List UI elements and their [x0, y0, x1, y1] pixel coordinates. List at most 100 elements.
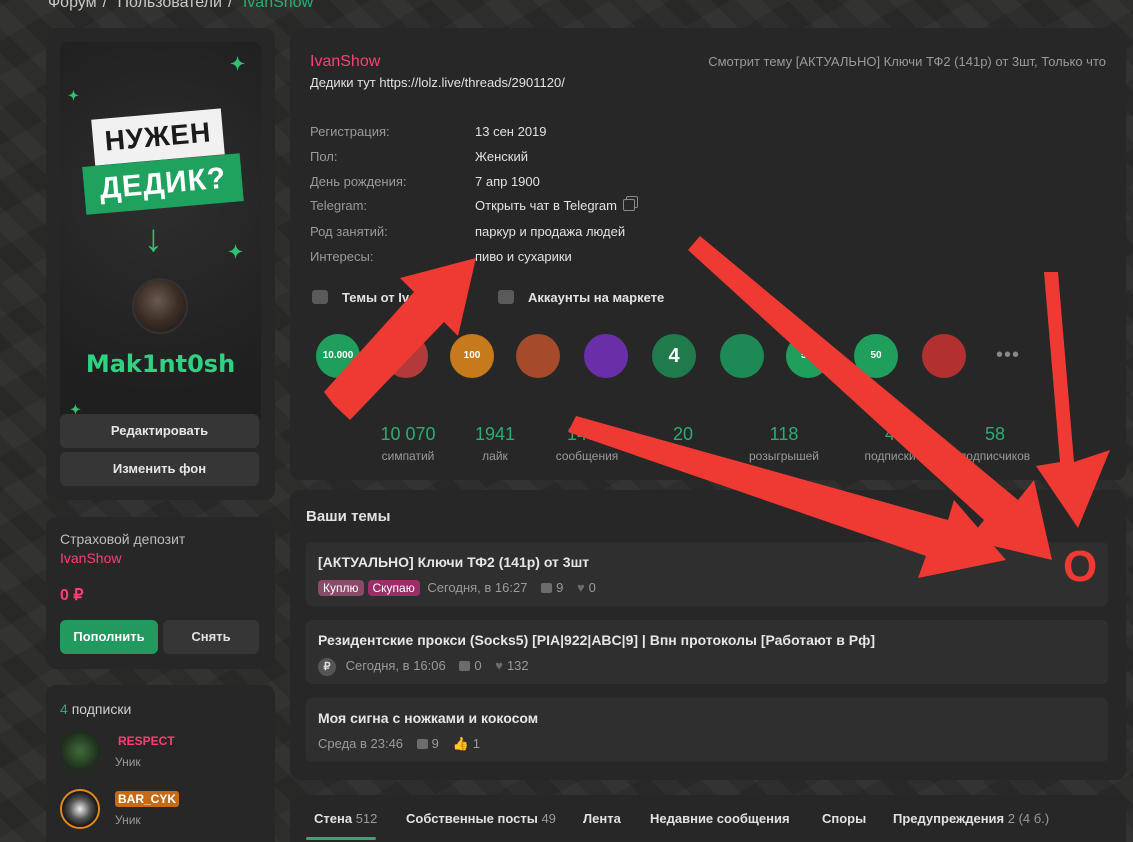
copy-icon[interactable] [622, 199, 635, 211]
sparkle-icon: ✦ [68, 88, 79, 103]
deposit-amount: 0 ₽ [60, 587, 84, 604]
thread-replies: 9 [556, 580, 564, 595]
deposit-user[interactable]: IvanShow [60, 550, 121, 566]
stat-label: подписки [864, 449, 916, 463]
tab-label: Стена [314, 811, 353, 826]
thread-title[interactable]: [АКТУАЛЬНО] Ключи ТФ2 (141р) от 3шт [318, 554, 589, 570]
stat-label: трофеев [658, 449, 708, 463]
profile-username[interactable]: IvanShow [310, 53, 380, 71]
subscriptions-panel: 4 подписки RESPECT Уник BAR_CYK Уник [46, 685, 275, 842]
breadcrumb-current: IvanShow [242, 0, 314, 11]
change-background-button[interactable]: Изменить фон [60, 452, 259, 486]
info-gender: Пол: Женский [310, 149, 810, 169]
thread-title[interactable]: Моя сигна с ножками и кокосом [318, 710, 538, 726]
threads-panel: Ваши темы [АКТУАЛЬНО] Ключи ТФ2 (141р) о… [290, 490, 1126, 780]
trophy-badge[interactable]: 100 [450, 334, 494, 378]
topup-button[interactable]: Пополнить [60, 620, 158, 654]
subscriptions-title[interactable]: 4 подписки [60, 701, 131, 717]
tab-count: 512 [355, 811, 378, 826]
trophy-badge[interactable] [720, 334, 764, 378]
stat-label: лайк [482, 449, 508, 463]
sparkle-icon: ✦ [228, 242, 244, 262]
avatar[interactable] [60, 789, 100, 829]
tab-recent-messages[interactable]: Недавние сообщения [650, 811, 790, 826]
trophy-badge[interactable] [516, 334, 560, 378]
info-interests: Интересы: пиво и сухарики [310, 249, 810, 269]
deposit-panel: Страховой депозит IvanShow 0 ₽ Пополнить… [46, 517, 275, 669]
thread-tag[interactable]: Скупаю [367, 580, 420, 596]
stat-number: 1941 [474, 424, 516, 444]
thread-replies: 0 [474, 658, 482, 673]
tab-feed[interactable]: Лента [583, 811, 621, 826]
telegram-link[interactable]: Открыть чат в Telegram [475, 198, 617, 213]
deposit-title: Страховой депозит [60, 531, 186, 547]
stat-number: 118 [769, 424, 799, 444]
trophy-badge[interactable] [384, 334, 428, 378]
thread-meta: ₽ Сегодня, в 16:06 0 ♥ 132 [318, 658, 529, 676]
trophy-badge[interactable]: 4 [652, 334, 696, 378]
stat-giveaways[interactable]: 118 розыгрышей [734, 424, 834, 463]
thread-item[interactable]: [АКТУАЛЬНО] Ключи ТФ2 (141р) от 3шт Купл… [306, 542, 1108, 606]
trophy-badge[interactable]: 10.000 [316, 334, 360, 378]
tab-wall[interactable]: Стена 512 [314, 811, 377, 826]
subscription-item[interactable]: BAR_CYK Уник [60, 789, 260, 833]
info-value: 13 сен 2019 [475, 124, 547, 139]
withdraw-button[interactable]: Снять [163, 620, 259, 654]
tab-disputes[interactable]: Споры [822, 811, 866, 826]
tab-warnings[interactable]: Предупреждения 2 (4 б.) [893, 811, 1049, 826]
tab-label: Недавние сообщения [650, 811, 790, 826]
thread-title[interactable]: Резидентские прокси (Socks5) [PIA|922|AB… [318, 632, 875, 648]
tab-label: Споры [822, 811, 867, 826]
heart-icon: ♥ [576, 580, 585, 595]
info-telegram: Telegram: Открыть чат в Telegram [310, 198, 810, 218]
breadcrumb-users[interactable]: Пользователи [118, 0, 222, 11]
stat-number: 4 [884, 424, 895, 444]
trophy-badge[interactable]: 5.0 [786, 334, 830, 378]
thread-item[interactable]: Моя сигна с ножками и кокосом Среда в 23… [306, 698, 1108, 762]
subscription-item[interactable]: RESPECT Уник [60, 731, 260, 775]
profile-banner[interactable]: ✦ ✦ ✦ ✦ НУЖЕН ДЕДИК? ↓ Mak1nt0sh [60, 42, 261, 424]
thread-likes: 0 [588, 580, 596, 595]
profile-activity[interactable]: Смотрит тему [АКТУАЛЬНО] Ключи ТФ2 (141р… [708, 54, 1106, 69]
profile-panel: IvanShow Дедики тут https://lolz.live/th… [290, 28, 1126, 480]
stat-number: 10 070 [380, 424, 436, 444]
info-label: Регистрация: [310, 124, 390, 139]
breadcrumb-separator: / [227, 0, 233, 11]
subscription-name[interactable]: BAR_CYK [115, 791, 180, 807]
stat-likes[interactable]: 1941 лайк [445, 424, 545, 463]
market-link[interactable]: Аккаунты на маркете [498, 290, 664, 305]
stat-trophies[interactable]: 20 трофеев [633, 424, 733, 463]
market-link-label: Аккаунты на маркете [528, 290, 665, 305]
stat-followers[interactable]: 58 подписчиков [945, 424, 1045, 463]
stat-subscriptions[interactable]: 4 подписки [840, 424, 940, 463]
info-registration: Регистрация: 13 сен 2019 [310, 124, 810, 144]
thread-item[interactable]: Резидентские прокси (Socks5) [PIA|922|AB… [306, 620, 1108, 684]
topics-link[interactable]: Темы от IvanShow [312, 290, 459, 305]
subscriptions-count: 4 [60, 701, 68, 717]
info-label: День рождения: [310, 174, 407, 189]
breadcrumb-forum[interactable]: Форум [48, 0, 97, 11]
trophy-badge[interactable] [922, 334, 966, 378]
stat-number: 20 [672, 424, 694, 444]
info-label: Интересы: [310, 249, 374, 264]
tab-label: Собственные посты [406, 811, 538, 826]
chat-bubble-icon [312, 290, 328, 304]
tab-label: Предупреждения [893, 811, 1005, 826]
subscription-role: Уник [115, 755, 141, 769]
stat-likes-received[interactable]: 10 070 симпатий [358, 424, 458, 463]
stat-messages[interactable]: 1493 сообщения [537, 424, 637, 463]
cart-icon [498, 290, 514, 304]
edit-profile-button[interactable]: Редактировать [60, 414, 259, 448]
thread-likes: 1 [472, 736, 480, 751]
thread-tag[interactable]: Куплю [318, 580, 364, 596]
stat-label: симпатий [381, 449, 435, 463]
avatar[interactable] [60, 731, 100, 771]
trophy-badge[interactable]: 50 [854, 334, 898, 378]
tab-own-posts[interactable]: Собственные посты 49 [406, 811, 556, 826]
trophy-badge[interactable] [584, 334, 628, 378]
more-trophies-icon[interactable]: ••• [996, 344, 1020, 367]
subscription-name[interactable]: RESPECT [115, 733, 178, 749]
subscription-role: Уник [115, 813, 141, 827]
breadcrumb: Форум / Пользователи / IvanShow [48, 0, 319, 12]
comment-icon [416, 739, 428, 749]
